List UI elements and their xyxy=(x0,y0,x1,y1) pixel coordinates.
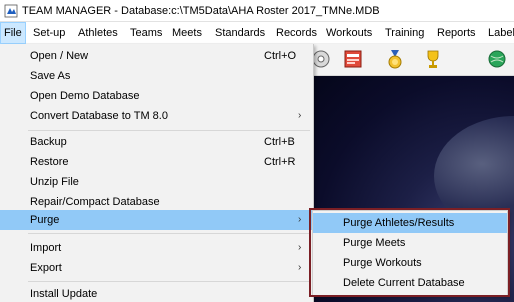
submenu-item-label: Purge Workouts xyxy=(343,257,422,269)
menu-records[interactable]: Records xyxy=(273,22,320,44)
title-bar: TEAM MANAGER - Database:c:\TM5Data\AHA R… xyxy=(0,0,514,22)
globe-icon[interactable] xyxy=(486,48,508,70)
submenu-arrow-icon: › xyxy=(298,242,302,253)
menu-file[interactable]: File xyxy=(0,22,26,44)
menu-separator xyxy=(28,281,310,282)
submenu-arrow-icon: › xyxy=(298,214,302,225)
submenu-item-delete-current-database[interactable]: Delete Current Database xyxy=(313,273,507,293)
menu-item-label: Repair/Compact Database xyxy=(30,196,160,208)
menu-item-backup[interactable]: Backup Ctrl+B xyxy=(0,132,312,152)
menu-reports[interactable]: Reports xyxy=(434,22,479,44)
menu-item-install-update[interactable]: Install Update xyxy=(0,284,312,302)
submenu-item-purge-meets[interactable]: Purge Meets xyxy=(313,233,507,253)
menu-item-label: Backup xyxy=(30,136,67,148)
menu-set-up[interactable]: Set-up xyxy=(30,22,68,44)
submenu-arrow-icon: › xyxy=(298,262,302,273)
submenu-arrow-icon: › xyxy=(298,110,302,121)
menu-item-label: Export xyxy=(30,262,62,274)
menu-separator xyxy=(28,233,310,234)
trophy-icon[interactable] xyxy=(422,48,444,70)
menu-item-repair-compact[interactable]: Repair/Compact Database xyxy=(0,192,312,212)
app-logo-icon xyxy=(4,4,18,18)
menu-item-label: Unzip File xyxy=(30,176,79,188)
menu-item-label: Open / New xyxy=(30,50,89,62)
menu-workouts[interactable]: Workouts xyxy=(323,22,375,44)
submenu-item-label: Purge Meets xyxy=(343,237,406,249)
purge-submenu: Purge Athletes/Results Purge Meets Purge… xyxy=(312,210,508,296)
menu-training[interactable]: Training xyxy=(382,22,427,44)
menu-item-unzip-file[interactable]: Unzip File xyxy=(0,172,312,192)
menu-item-label: Install Update xyxy=(30,288,98,300)
menu-item-label: Save As xyxy=(30,70,71,82)
report-icon[interactable] xyxy=(342,48,364,70)
submenu-item-label: Delete Current Database xyxy=(343,277,465,289)
medal-icon[interactable] xyxy=(384,48,406,70)
menu-item-label: Convert Database to TM 8.0 xyxy=(30,110,168,122)
menu-bar: File Set-up Athletes Teams Meets Standar… xyxy=(0,22,514,44)
shortcut-label: Ctrl+R xyxy=(264,156,296,168)
menu-athletes[interactable]: Athletes xyxy=(75,22,121,44)
menu-item-export[interactable]: Export › xyxy=(0,258,312,278)
submenu-item-purge-athletes-results[interactable]: Purge Athletes/Results xyxy=(313,213,507,233)
menu-item-save-as[interactable]: Save As xyxy=(0,66,312,86)
menu-separator xyxy=(28,130,310,131)
menu-item-purge[interactable]: Purge › xyxy=(0,210,312,230)
window-title: TEAM MANAGER - Database:c:\TM5Data\AHA R… xyxy=(22,5,380,17)
submenu-item-label: Purge Athletes/Results xyxy=(343,217,455,229)
menu-item-convert-database[interactable]: Convert Database to TM 8.0 › xyxy=(0,106,312,126)
menu-item-open-demo-database[interactable]: Open Demo Database xyxy=(0,86,312,106)
menu-standards[interactable]: Standards xyxy=(212,22,268,44)
submenu-item-purge-workouts[interactable]: Purge Workouts xyxy=(313,253,507,273)
menu-item-restore[interactable]: Restore Ctrl+R xyxy=(0,152,312,172)
menu-item-open-new[interactable]: Open / New Ctrl+O xyxy=(0,46,312,66)
shortcut-label: Ctrl+O xyxy=(264,50,297,62)
menu-label[interactable]: Label xyxy=(485,22,514,44)
menu-teams[interactable]: Teams xyxy=(127,22,165,44)
menu-meets[interactable]: Meets xyxy=(169,22,205,44)
menu-item-import[interactable]: Import › xyxy=(0,238,312,258)
menu-item-label: Open Demo Database xyxy=(30,90,140,102)
menu-item-label: Import xyxy=(30,242,62,254)
shortcut-label: Ctrl+B xyxy=(264,136,295,148)
menu-item-label: Purge xyxy=(30,214,60,226)
file-dropdown-menu: Open / New Ctrl+O Save As Open Demo Data… xyxy=(0,44,314,302)
menu-item-label: Restore xyxy=(30,156,69,168)
